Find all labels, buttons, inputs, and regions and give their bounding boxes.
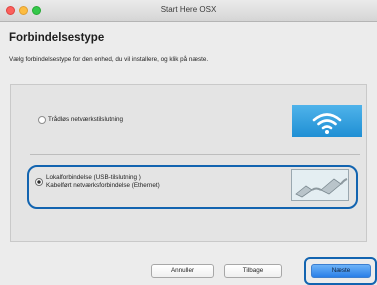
cancel-button[interactable]: Annuller xyxy=(151,264,214,278)
installer-window: Start Here OSX Forbindelsestype Vælg for… xyxy=(0,0,377,285)
title-bar: Start Here OSX xyxy=(0,0,377,22)
wireless-radio[interactable] xyxy=(38,116,46,124)
usb-ethernet-cable-icon xyxy=(291,169,349,201)
back-button[interactable]: Tilbage xyxy=(224,264,282,278)
next-button[interactable]: Næste xyxy=(311,264,371,278)
instruction-text: Vælg forbindelsestype for den enhed, du … xyxy=(9,56,209,63)
usb-option-line1: Lokalforbindelse (USB-tilslutning ) xyxy=(46,174,141,181)
option-separator xyxy=(30,154,360,155)
usb-option-label[interactable]: Lokalforbindelse (USB-tilslutning ) Kabe… xyxy=(46,174,160,190)
wifi-icon xyxy=(292,105,362,137)
usb-option-line2: Kabelført netværksforbindelse (Ethernet) xyxy=(46,182,160,189)
page-title: Forbindelsestype xyxy=(9,32,105,44)
window-title: Start Here OSX xyxy=(160,5,217,14)
wireless-option-label[interactable]: Trådløs netværkstilslutning xyxy=(48,116,123,123)
usb-radio[interactable] xyxy=(35,178,43,186)
